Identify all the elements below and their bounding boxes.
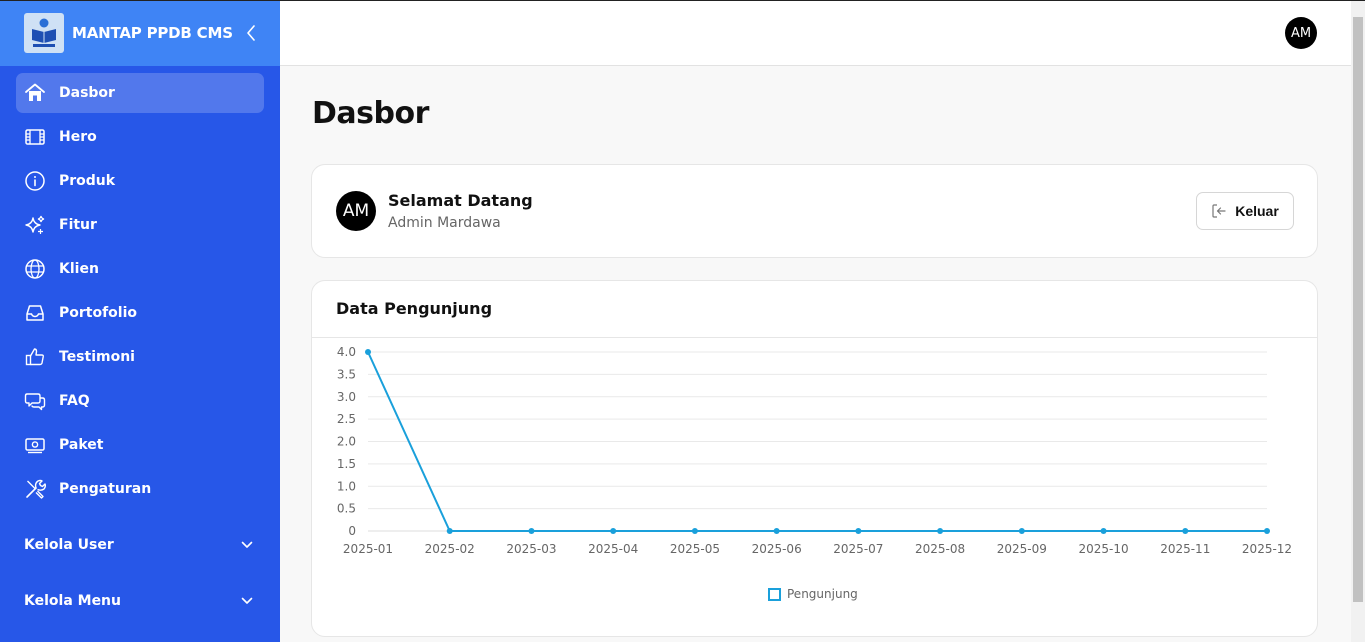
sidebar-group-label: Kelola Menu bbox=[24, 593, 121, 609]
window-top-border bbox=[0, 0, 1365, 1]
sparkles-icon bbox=[24, 214, 46, 236]
data-point bbox=[1100, 528, 1107, 534]
chat-bubbles-icon bbox=[24, 390, 46, 412]
sidebar-group-label: Kelola User bbox=[24, 537, 114, 553]
sidebar-item-fitur[interactable]: Fitur bbox=[16, 205, 264, 245]
sidebar-item-label: Hero bbox=[59, 129, 97, 145]
legend-label: Pengunjung bbox=[787, 587, 858, 601]
top-header: AM bbox=[280, 1, 1351, 66]
sidebar-item-paket[interactable]: Paket bbox=[16, 425, 264, 465]
x-tick-label: 2025-12 bbox=[1242, 542, 1292, 556]
tools-icon bbox=[24, 478, 46, 500]
y-tick-label: 4.0 bbox=[337, 345, 356, 359]
data-point bbox=[773, 528, 780, 534]
inbox-icon bbox=[24, 302, 46, 324]
sidebar-nav: Dasbor Hero Produk Fitur Klien Portofoli… bbox=[0, 66, 280, 509]
sidebar-item-faq[interactable]: FAQ bbox=[16, 381, 264, 421]
info-icon bbox=[24, 170, 46, 192]
y-tick-label: 1.5 bbox=[337, 457, 356, 471]
logout-label: Keluar bbox=[1235, 203, 1279, 219]
sidebar-group-kelola-user[interactable]: Kelola User bbox=[0, 525, 280, 565]
y-tick-label: 2.0 bbox=[337, 435, 356, 449]
y-tick-label: 1.0 bbox=[337, 479, 356, 493]
x-tick-label: 2025-01 bbox=[343, 542, 393, 556]
x-tick-label: 2025-04 bbox=[588, 542, 638, 556]
data-point bbox=[365, 349, 371, 355]
data-point bbox=[1264, 528, 1270, 534]
data-point bbox=[1018, 528, 1025, 534]
x-tick-label: 2025-09 bbox=[997, 542, 1047, 556]
sidebar-item-portofolio[interactable]: Portofolio bbox=[16, 293, 264, 333]
sidebar-item-label: Portofolio bbox=[59, 305, 138, 321]
x-tick-label: 2025-08 bbox=[915, 542, 965, 556]
x-tick-label: 2025-11 bbox=[1160, 542, 1210, 556]
sidebar-item-hero[interactable]: Hero bbox=[16, 117, 264, 157]
data-point bbox=[937, 528, 944, 534]
chart-legend[interactable]: Pengunjung bbox=[768, 587, 858, 601]
chevron-left-icon bbox=[247, 25, 255, 41]
logout-icon bbox=[1212, 204, 1226, 218]
x-tick-label: 2025-06 bbox=[752, 542, 802, 556]
sidebar-item-label: Fitur bbox=[59, 217, 97, 233]
sidebar-item-pengaturan[interactable]: Pengaturan bbox=[16, 469, 264, 509]
sidebar-item-label: Produk bbox=[59, 173, 116, 189]
sidebar-item-label: Dasbor bbox=[59, 85, 115, 101]
data-point bbox=[446, 528, 453, 534]
y-tick-label: 0 bbox=[348, 524, 356, 538]
thumbs-up-icon bbox=[24, 346, 46, 368]
sidebar-item-produk[interactable]: Produk bbox=[16, 161, 264, 201]
chevron-down-icon bbox=[241, 597, 253, 604]
sidebar-item-dasbor[interactable]: Dasbor bbox=[16, 73, 264, 113]
sidebar-item-label: Pengaturan bbox=[59, 481, 152, 497]
y-tick-label: 0.5 bbox=[337, 502, 356, 516]
y-tick-label: 2.5 bbox=[337, 412, 356, 426]
visitor-chart-card: Data Pengunjung 4.0 3.5 3.0 2.5 2.0 1.5 1.0 0.5… bbox=[311, 280, 1318, 637]
film-icon bbox=[24, 126, 46, 148]
welcome-title: Selamat Datang bbox=[388, 191, 533, 210]
user-avatar-button[interactable]: AM bbox=[1285, 17, 1317, 49]
sidebar-item-klien[interactable]: Klien bbox=[16, 249, 264, 289]
sidebar-group-kelola-menu[interactable]: Kelola Menu bbox=[0, 581, 280, 621]
line-chart: 4.0 3.5 3.0 2.5 2.0 1.5 1.0 0.5 0 2025-01 2025-02 2… bbox=[337, 345, 1292, 556]
welcome-username: Admin Mardawa bbox=[388, 215, 501, 231]
welcome-card: AM Selamat Datang Admin Mardawa Keluar bbox=[311, 164, 1318, 258]
app-logo bbox=[24, 13, 64, 53]
data-point bbox=[1182, 528, 1189, 534]
x-tick-label: 2025-07 bbox=[833, 542, 883, 556]
scrollbar-thumb[interactable] bbox=[1353, 17, 1363, 602]
x-tick-label: 2025-03 bbox=[506, 542, 556, 556]
sidebar-item-label: Klien bbox=[59, 261, 99, 277]
chevron-down-icon bbox=[241, 541, 253, 548]
logout-button[interactable]: Keluar bbox=[1196, 192, 1294, 230]
banknote-icon bbox=[24, 434, 46, 456]
x-tick-label: 2025-02 bbox=[425, 542, 475, 556]
sidebar-item-label: FAQ bbox=[59, 393, 90, 409]
legend-swatch bbox=[768, 587, 781, 601]
sidebar-item-label: Testimoni bbox=[59, 349, 135, 365]
chart-card-title: Data Pengunjung bbox=[336, 299, 493, 318]
data-point bbox=[610, 528, 617, 534]
sidebar-item-testimoni[interactable]: Testimoni bbox=[16, 337, 264, 377]
home-icon bbox=[24, 82, 46, 104]
globe-icon bbox=[24, 258, 46, 280]
brand-name: MANTAP PPDB CMS bbox=[72, 24, 233, 42]
data-point bbox=[691, 528, 698, 534]
brand-bar: MANTAP PPDB CMS bbox=[0, 0, 280, 66]
page-scrollbar[interactable] bbox=[1351, 1, 1365, 642]
y-tick-label: 3.5 bbox=[337, 367, 356, 381]
data-point bbox=[855, 528, 862, 534]
y-tick-label: 3.0 bbox=[337, 390, 356, 404]
sidebar-item-label: Paket bbox=[59, 437, 104, 453]
x-tick-label: 2025-05 bbox=[670, 542, 720, 556]
page-title: Dasbor bbox=[312, 96, 429, 131]
x-tick-label: 2025-10 bbox=[1078, 542, 1128, 556]
collapse-sidebar-button[interactable] bbox=[245, 24, 257, 42]
data-point bbox=[528, 528, 535, 534]
sidebar: MANTAP PPDB CMS Dasbor Hero Produk Fitur… bbox=[0, 0, 280, 642]
avatar: AM bbox=[336, 191, 376, 231]
